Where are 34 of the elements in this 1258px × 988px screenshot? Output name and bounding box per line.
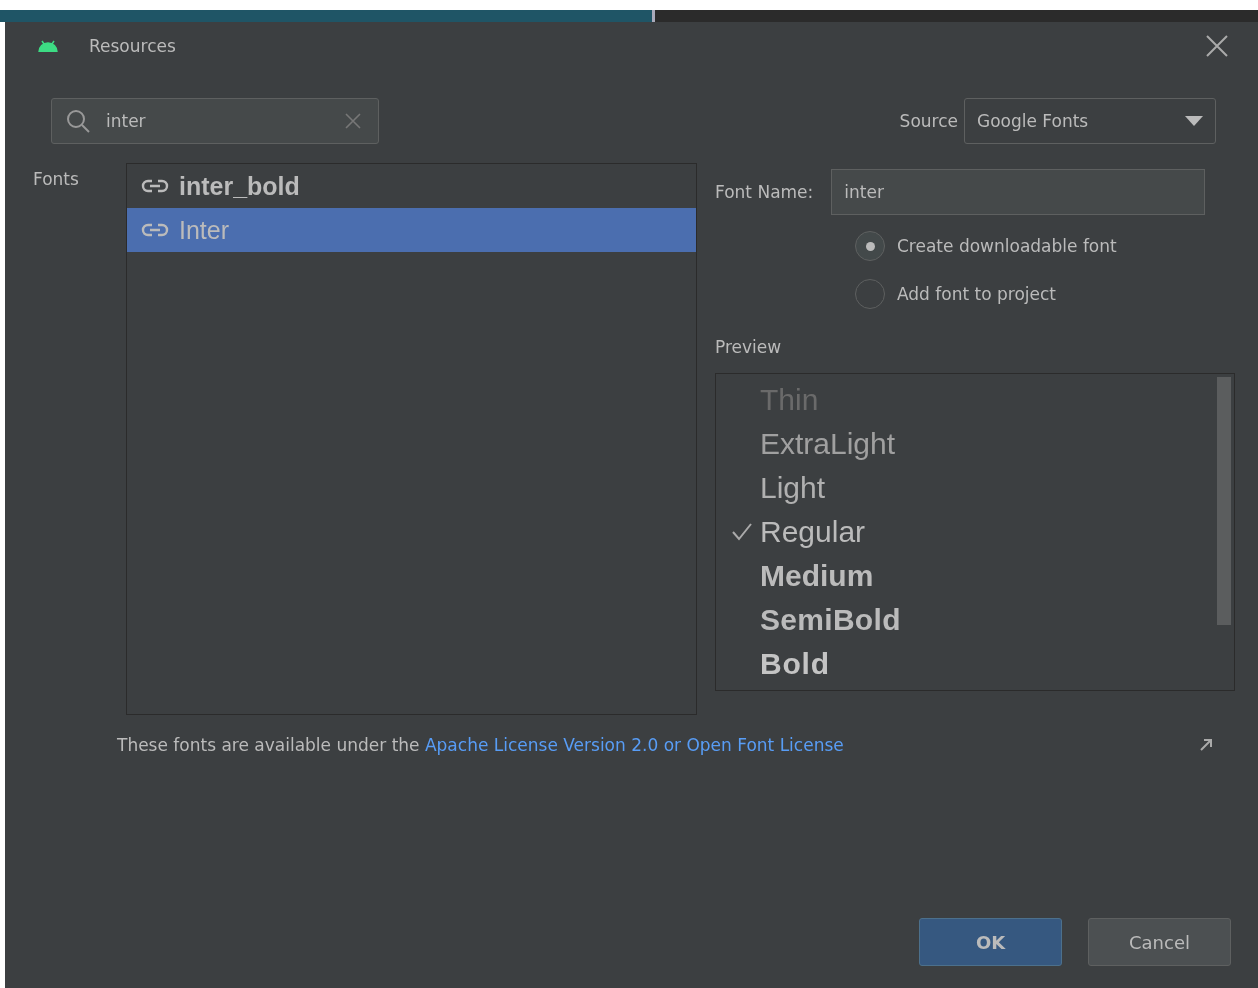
weight-option[interactable]: Regular [760,515,866,549]
radio-button[interactable] [855,231,885,261]
font-name-field[interactable]: inter [831,169,1206,215]
window-title: Resources [89,36,177,56]
link-icon [141,222,169,238]
scrollbar-thumb[interactable] [1217,377,1231,625]
font-list-item[interactable]: inter_bold [127,164,696,208]
cancel-button[interactable]: Cancel [1088,918,1231,966]
font-name-label: Font Name: [715,182,814,202]
preview-label: Preview [715,337,783,357]
radio-label: Add font to project [897,284,1057,304]
link-icon [141,178,169,194]
license-text: These fonts are available under the Apache License Version 2.0 or Open Font License [117,735,845,755]
weight-option[interactable]: ExtraLight [760,427,896,461]
search-icon [65,108,91,134]
weight-option[interactable]: SemiBold [760,603,901,637]
font-name: Inter [179,215,230,245]
weight-option[interactable]: Medium [760,559,874,593]
radio-label: Create downloadable font [897,236,1117,256]
font-list-item[interactable]: Inter [127,208,696,252]
font-name: inter_bold [179,171,300,201]
android-icon [37,40,59,52]
license-link[interactable]: Apache License Version 2.0 or Open Font License [424,735,844,755]
caret-icon [1185,116,1203,126]
source-label: Source [899,111,958,131]
fonts-label: Fonts [33,168,80,189]
search-field[interactable]: inter [51,98,379,144]
external-link-icon[interactable] [1200,739,1212,751]
weight-option[interactable]: Bold [760,647,830,681]
source-dropdown[interactable]: Google Fonts [964,98,1216,144]
ok-button[interactable]: OK [919,918,1062,966]
radio-button[interactable] [855,279,885,309]
weight-option[interactable]: Light [760,471,826,505]
close-button[interactable] [1204,33,1230,59]
